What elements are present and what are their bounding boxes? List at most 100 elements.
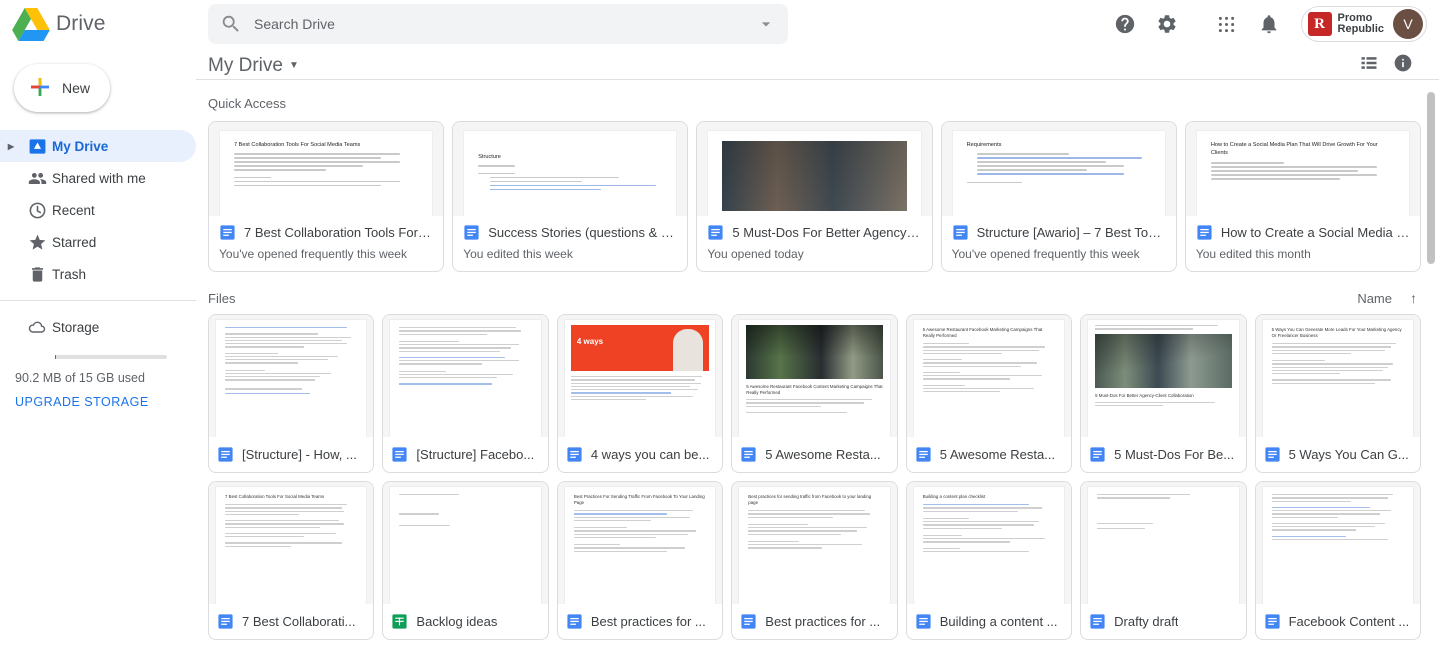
file-meta: Backlog ideas xyxy=(383,604,547,639)
info-icon[interactable] xyxy=(1393,53,1413,78)
file-name: 7 Best Collaborati... xyxy=(242,614,356,629)
quick-access-subtitle: You've opened frequently this week xyxy=(219,247,407,261)
document-preview: Best Practices For Sending Traffic From … xyxy=(563,486,717,604)
quick-access-card[interactable]: 7 Best Collaboration Tools For Social Me… xyxy=(208,121,445,272)
search-input[interactable] xyxy=(254,16,756,32)
file-card[interactable]: [Structure] Facebo... xyxy=(382,314,549,473)
quick-access-card[interactable]: 5 Must-Dos For Better Agency-Clien... Yo… xyxy=(696,121,933,272)
quick-access-card[interactable]: Requirements Structure [Awario] – 7 Best… xyxy=(940,121,1177,272)
file-card[interactable]: 5 Awesome Restaurant Facebook Marketing … xyxy=(905,314,1073,473)
file-thumbnail: 5 Awesome Restaurant Facebook Content Ma… xyxy=(732,315,897,437)
quick-access-file-name: Structure [Awario] – 7 Best Tools fo... xyxy=(976,225,1166,240)
sidebar-item-storage[interactable]: Storage xyxy=(0,311,196,343)
preview-title: Requirements xyxy=(966,142,1002,148)
file-card[interactable]: Building a content plan checklist Buildi… xyxy=(905,481,1073,640)
google-docs-icon xyxy=(1196,224,1213,241)
file-card[interactable]: Best practices for sending traffic from … xyxy=(731,481,898,640)
settings-gear-icon[interactable] xyxy=(1149,6,1185,42)
quick-access-thumbnail: 7 Best Collaboration Tools For Social Me… xyxy=(209,122,444,216)
quick-access-thumbnail: Requirements xyxy=(941,122,1176,216)
file-thumbnail: Best practices for sending traffic from … xyxy=(732,482,897,604)
people-icon xyxy=(22,169,52,188)
file-card[interactable]: 4 ways 4 ways you can be... xyxy=(556,314,724,473)
expand-chevron-right-icon[interactable]: ▶ xyxy=(0,142,22,151)
file-card[interactable]: 7 Best Collaboration Tools For Social Me… xyxy=(208,481,375,640)
preview-title: Structure xyxy=(478,154,501,160)
star-icon xyxy=(22,233,52,252)
sidebar-item-shared-with-me[interactable]: Shared with me xyxy=(0,162,196,194)
cloud-icon xyxy=(22,317,52,337)
quick-access-file-name: Success Stories (questions & struct... xyxy=(488,225,677,240)
file-card[interactable]: [Structure] - How, ... xyxy=(208,314,375,473)
sidebar-item-label: Shared with me xyxy=(52,170,146,186)
search-options-chevron-down-icon[interactable] xyxy=(756,14,776,34)
sidebar-divider xyxy=(0,300,196,301)
file-name: 5 Awesome Resta... xyxy=(765,447,881,462)
drive-brand[interactable]: Drive xyxy=(12,7,208,41)
quick-access-card[interactable]: Structure Success Stories (questions & s… xyxy=(452,121,689,272)
sidebar-item-recent[interactable]: Recent xyxy=(0,194,196,226)
search-bar[interactable] xyxy=(208,4,788,44)
new-button[interactable]: New xyxy=(14,64,110,112)
breadcrumb[interactable]: My Drive ▼ xyxy=(208,55,299,77)
breadcrumb-chevron-down-icon[interactable]: ▼ xyxy=(289,60,299,71)
account-chip[interactable]: R Promo Republic V xyxy=(1300,6,1427,42)
sidebar-item-trash[interactable]: Trash xyxy=(0,258,196,290)
drive-triangle-logo-icon xyxy=(12,7,50,41)
sidebar-item-label: Starred xyxy=(52,234,97,250)
file-card[interactable]: Facebook Content ... xyxy=(1254,481,1421,640)
file-meta: Drafty draft xyxy=(1081,604,1245,639)
google-docs-icon xyxy=(952,224,969,241)
file-card[interactable]: Drafty draft xyxy=(1080,481,1247,640)
sidebar-item-label: Recent xyxy=(52,202,95,218)
quick-access-card[interactable]: How to Create a Social Media Plan That W… xyxy=(1184,121,1422,272)
apps-grid-icon[interactable] xyxy=(1209,6,1245,42)
file-card[interactable]: 5 Awesome Restaurant Facebook Content Ma… xyxy=(731,314,898,473)
file-name: Backlog ideas xyxy=(416,614,498,629)
main-content: My Drive ▼ Quick Access 7 Best Collabora… xyxy=(196,48,1439,661)
preview-photo xyxy=(746,325,883,379)
file-card[interactable]: Backlog ideas xyxy=(382,481,549,640)
quick-access-meta: Structure [Awario] – 7 Best Tools fo... xyxy=(942,216,1176,247)
main-header: My Drive ▼ xyxy=(196,48,1439,80)
document-preview: 5 Ways You Can Generate More Leads For Y… xyxy=(1261,319,1414,437)
sidebar-item-starred[interactable]: Starred xyxy=(0,226,196,258)
files-grid: [Structure] - How, ... [Structure] Faceb… xyxy=(196,314,1439,656)
file-thumbnail xyxy=(383,482,548,604)
list-view-icon[interactable] xyxy=(1359,53,1379,78)
vertical-scrollbar[interactable] xyxy=(1427,80,1435,661)
document-preview xyxy=(389,319,542,437)
files-title: Files xyxy=(208,290,236,306)
quick-access-thumbnail: Structure xyxy=(453,122,688,216)
sort-direction-arrow-up-icon[interactable]: ↑ xyxy=(1410,290,1417,306)
document-preview: 5 Must-Dos For Better Agency-Client Coll… xyxy=(1087,319,1240,437)
google-docs-icon xyxy=(566,613,583,630)
upgrade-storage-link[interactable]: UPGRADE STORAGE xyxy=(15,395,149,409)
quick-access-file-name: 7 Best Collaboration Tools For Soci... xyxy=(244,225,433,240)
quick-access-file-name: How to Create a Social Media Plan ... xyxy=(1220,225,1410,240)
preview-banner: 4 ways xyxy=(570,325,710,371)
scrollbar-thumb[interactable] xyxy=(1427,92,1435,264)
help-icon[interactable] xyxy=(1107,6,1143,42)
preview-title: 7 Best Collaboration Tools For Social Me… xyxy=(225,494,325,499)
file-name: 5 Must-Dos For Be... xyxy=(1114,447,1235,462)
google-docs-icon xyxy=(391,446,408,463)
quick-access-subtitle: You've opened frequently this week xyxy=(951,247,1140,261)
file-card[interactable]: Best Practices For Sending Traffic From … xyxy=(556,481,724,640)
notifications-bell-icon[interactable] xyxy=(1251,6,1287,42)
file-card[interactable]: 5 Must-Dos For Better Agency-Client Coll… xyxy=(1080,314,1247,473)
file-meta: 5 Awesome Resta... xyxy=(907,437,1071,472)
file-name: Best practices for ... xyxy=(590,614,706,629)
file-card[interactable]: 5 Ways You Can Generate More Leads For Y… xyxy=(1254,314,1421,473)
google-docs-icon xyxy=(1089,613,1106,630)
file-name: [Structure] - How, ... xyxy=(242,447,357,462)
sort-by-name-button[interactable]: Name xyxy=(1357,291,1392,306)
org-name: Promo Republic xyxy=(1338,12,1384,36)
avatar[interactable]: V xyxy=(1393,9,1423,39)
google-docs-icon xyxy=(1264,446,1281,463)
file-name: 4 ways you can be... xyxy=(590,447,710,462)
preview-title: How to Create a Social Media Plan That W… xyxy=(1210,142,1378,156)
file-meta: Best practices for ... xyxy=(732,604,896,639)
sidebar-item-my-drive[interactable]: ▶ My Drive xyxy=(0,130,196,162)
preview-title: Building a content plan checklist xyxy=(922,494,986,499)
